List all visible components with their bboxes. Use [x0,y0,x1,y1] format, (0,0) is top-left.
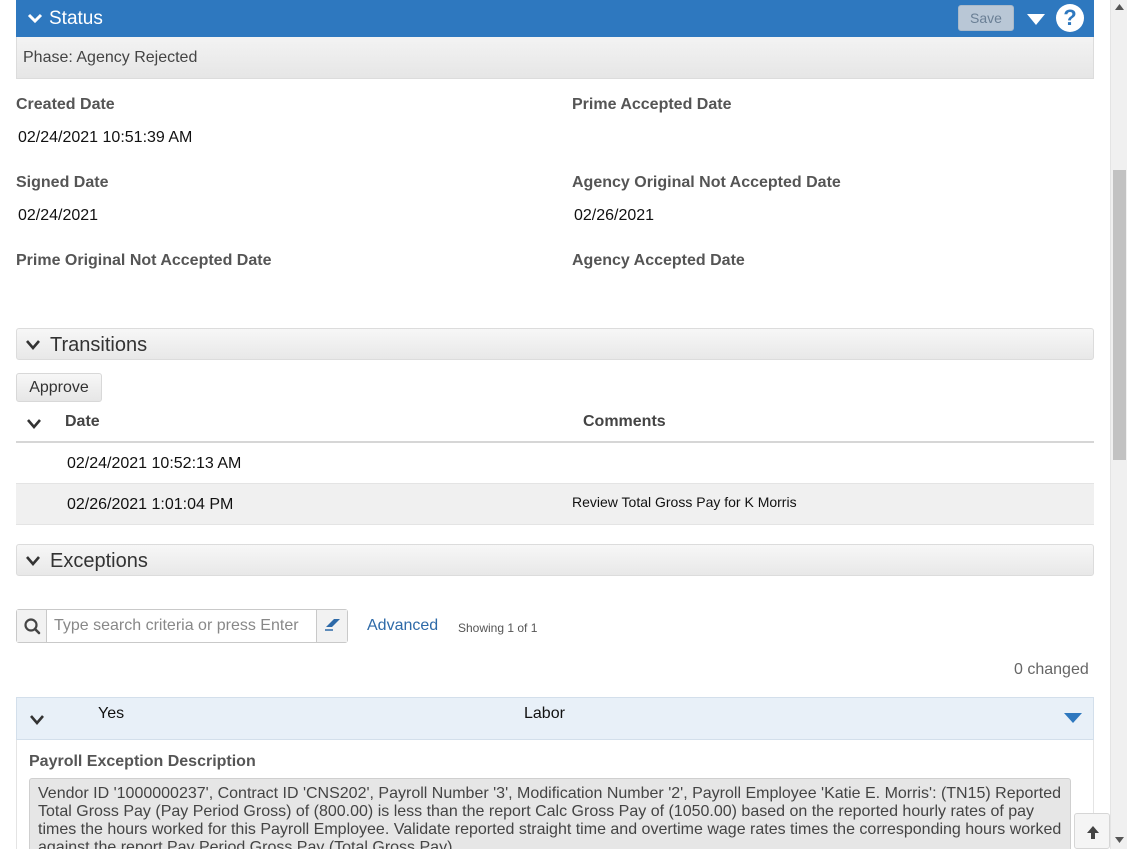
transitions-section-header[interactable]: Transitions [16,328,1094,360]
exception-row[interactable]: Yes Labor [16,697,1094,740]
help-icon[interactable]: ? [1056,4,1084,32]
transitions-title: Transitions [50,334,148,356]
row-comment: Review Total Gross Pay for K Morris [572,494,797,510]
scroll-down-icon[interactable] [1115,837,1124,843]
prime-accepted-date-label: Prime Accepted Date [572,96,732,113]
phase-bar: Phase: Agency Rejected [16,37,1094,79]
agency-original-not-accepted-label: Agency Original Not Accepted Date [572,174,841,191]
status-title: Status [49,8,103,29]
exceptions-section-header[interactable]: Exceptions [16,544,1094,576]
exceptions-title: Exceptions [50,550,148,572]
chevron-down-icon[interactable] [26,418,42,430]
agency-accepted-date-label: Agency Accepted Date [572,252,745,269]
chevron-down-icon[interactable] [25,554,41,568]
status-header[interactable]: Status Save ? [16,0,1094,37]
advanced-search-link[interactable]: Advanced [367,617,438,635]
vertical-scrollbar[interactable] [1110,0,1127,849]
prime-original-not-accepted-label: Prime Original Not Accepted Date [16,252,272,269]
created-date-value: 02/24/2021 10:51:39 AM [18,129,193,146]
signed-date-value: 02/24/2021 [18,207,99,224]
search-input[interactable] [47,610,317,642]
exception-type: Labor [524,705,565,722]
signed-date-label: Signed Date [16,174,109,191]
eraser-icon [325,619,340,631]
payroll-exception-description: Vendor ID '1000000237', Contract ID 'CNS… [29,778,1071,849]
table-row[interactable]: 02/26/2021 1:01:04 PM Review Total Gross… [16,484,1094,525]
chevron-down-icon[interactable] [25,338,41,352]
phase-text: Phase: Agency Rejected [23,49,198,66]
row-date: 02/26/2021 1:01:04 PM [67,496,234,513]
page-viewport: Status Save ? Phase: Agency Rejected Cre… [0,0,1110,849]
caret-down-icon[interactable] [1026,12,1046,26]
exception-detail: Payroll Exception Description Vendor ID … [16,740,1094,849]
scroll-to-top-button[interactable] [1074,813,1110,849]
scrollbar-thumb[interactable] [1113,170,1126,460]
changed-count: 0 changed [1014,661,1089,678]
column-header-comments[interactable]: Comments [583,413,666,431]
payroll-exception-description-label: Payroll Exception Description [29,753,256,770]
showing-count: Showing 1 of 1 [458,621,538,635]
chevron-down-icon[interactable] [26,9,44,27]
caret-down-icon[interactable] [1063,712,1083,724]
row-date: 02/24/2021 10:52:13 AM [67,455,242,472]
clear-search-button[interactable] [316,610,347,642]
exception-flag: Yes [98,705,125,722]
search-box [16,609,348,643]
created-date-label: Created Date [16,96,115,113]
save-button[interactable]: Save [958,5,1014,31]
arrow-up-icon [1087,826,1099,839]
agency-original-not-accepted-value: 02/26/2021 [574,207,655,224]
search-button[interactable] [17,610,47,642]
search-icon [24,618,41,635]
column-header-date[interactable]: Date [65,413,100,431]
approve-button[interactable]: Approve [16,373,102,402]
chevron-down-icon[interactable] [29,714,45,726]
scroll-up-icon[interactable] [1115,4,1124,10]
transitions-grid-header: Date Comments [16,403,1094,443]
table-row[interactable]: 02/24/2021 10:52:13 AM [16,443,1094,484]
